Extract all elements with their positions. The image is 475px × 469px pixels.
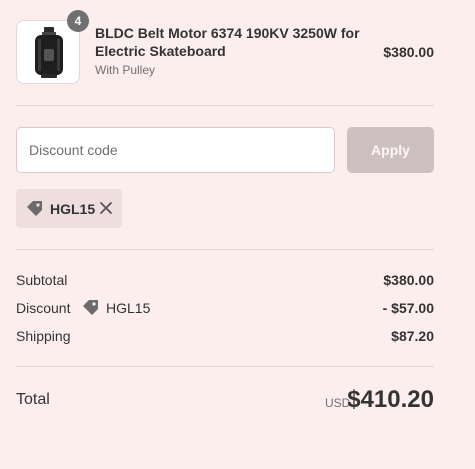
shipping-value: $87.20 — [391, 328, 434, 344]
apply-discount-button[interactable]: Apply — [347, 127, 434, 173]
product-variant: With Pulley — [95, 63, 156, 77]
total-label: Total — [16, 391, 50, 408]
applied-discount-code: HGL15 — [50, 201, 96, 217]
discount-code: HGL15 — [106, 300, 151, 316]
tag-icon — [83, 300, 98, 315]
discount-value: - $57.00 — [382, 300, 434, 316]
quantity-badge: 4 — [67, 10, 89, 32]
total-value: $410.20 — [347, 386, 434, 413]
cart-line-item: 4 BLDC Belt Motor 6374 190KV 3250W for E… — [16, 10, 434, 84]
discount-code-input[interactable] — [16, 127, 335, 173]
divider — [16, 105, 434, 106]
product-title: BLDC Belt Motor 6374 190KV 3250W for Ele… — [95, 25, 360, 59]
product-price: $380.00 — [383, 44, 434, 60]
applied-discount-chip: HGL15 — [16, 189, 122, 228]
shipping-label: Shipping — [16, 328, 71, 344]
subtotal-value: $380.00 — [383, 272, 434, 288]
close-icon[interactable] — [98, 200, 114, 216]
tag-icon — [27, 201, 42, 216]
divider — [16, 366, 434, 367]
discount-label: Discount — [16, 300, 71, 316]
subtotal-label: Subtotal — [16, 272, 68, 288]
divider — [16, 249, 434, 250]
motor-image-icon — [35, 27, 63, 78]
